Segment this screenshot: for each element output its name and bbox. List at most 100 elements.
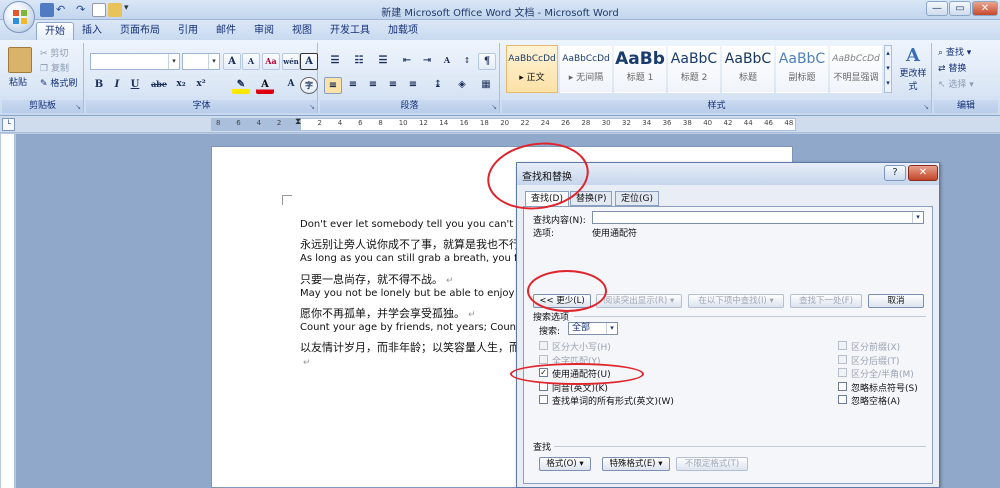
- chevron-down-icon[interactable]: ▾: [912, 212, 923, 223]
- document-line[interactable]: ↵: [300, 357, 520, 368]
- shading-icon[interactable]: ◈: [452, 77, 472, 94]
- find-button[interactable]: ⌕ 查找 ▾: [938, 45, 971, 58]
- special-format-button[interactable]: 特殊格式(E) ▾: [602, 457, 670, 471]
- document-line[interactable]: As long as you can still grab a breath, …: [300, 253, 520, 264]
- increase-indent-icon[interactable]: ⇥: [418, 53, 436, 70]
- help-button[interactable]: ?: [884, 165, 906, 181]
- borders-icon[interactable]: ▦: [476, 77, 496, 94]
- align-center-icon[interactable]: ≡: [344, 77, 362, 94]
- option-checkbox[interactable]: [539, 395, 548, 405]
- cut-button[interactable]: ✂ 剪切: [40, 46, 68, 59]
- find-what-input[interactable]: ▾: [592, 211, 924, 224]
- minimize-button[interactable]: —: [926, 1, 948, 16]
- clipboard-launcher-icon[interactable]: ↘: [75, 103, 81, 111]
- tab-mailings[interactable]: 邮件: [208, 22, 244, 40]
- strikethrough-button[interactable]: abe: [148, 77, 170, 94]
- grow-font-button[interactable]: A: [223, 53, 241, 70]
- copy-button[interactable]: ❐ 复制: [40, 61, 69, 74]
- superscript-button[interactable]: x²: [192, 77, 210, 94]
- option-checkbox[interactable]: [838, 395, 847, 405]
- style-subtle-emphasis[interactable]: AaBbCcDd 不明显强调: [830, 45, 882, 93]
- font-name-combo[interactable]: ▾: [90, 53, 180, 70]
- paste-icon[interactable]: [8, 47, 32, 73]
- style-no-spacing[interactable]: AaBbCcDd ▸ 无间隔: [560, 45, 612, 93]
- style-normal[interactable]: AaBbCcDd ▸ 正文: [506, 45, 558, 93]
- find-in-button[interactable]: 在以下项中查找(I) ▾: [688, 294, 784, 308]
- format-button[interactable]: 格式(O) ▾: [539, 457, 591, 471]
- office-button[interactable]: [3, 1, 35, 33]
- dialog-tab-goto[interactable]: 定位(G): [615, 191, 659, 206]
- option-checkbox[interactable]: [838, 381, 847, 391]
- decrease-indent-icon[interactable]: ⇤: [398, 53, 416, 70]
- styles-launcher-icon[interactable]: ↘: [923, 103, 929, 111]
- font-size-combo[interactable]: ▾: [182, 53, 220, 70]
- option-label[interactable]: 忽略空格(A): [851, 394, 900, 407]
- font-color-icon[interactable]: A: [256, 77, 274, 94]
- chinese-layout-icon[interactable]: A: [438, 53, 456, 70]
- option-label[interactable]: 区分后缀(T): [851, 354, 900, 367]
- multilevel-list-icon[interactable]: ☰: [372, 53, 394, 70]
- restore-button[interactable]: ▭: [949, 1, 971, 16]
- document-line[interactable]: Don't ever let somebody tell you you can…: [300, 219, 520, 230]
- bullets-icon[interactable]: ☰: [324, 53, 346, 70]
- no-format-button[interactable]: 不限定格式(T): [676, 457, 748, 471]
- option-label[interactable]: 查找单词的所有形式(英文)(W): [552, 394, 674, 407]
- tab-insert[interactable]: 插入: [74, 22, 110, 40]
- cancel-button[interactable]: 取消: [868, 294, 924, 308]
- show-marks-icon[interactable]: ¶: [478, 53, 496, 70]
- replace-button[interactable]: ⇄ 替换: [938, 61, 966, 74]
- search-direction-select[interactable]: 全部 ▾: [568, 322, 618, 335]
- change-styles-button[interactable]: A 更改样式: [896, 45, 930, 92]
- shrink-font-button[interactable]: A: [242, 53, 260, 70]
- tab-addins[interactable]: 加载项: [380, 22, 426, 40]
- vertical-ruler[interactable]: [1, 134, 15, 488]
- highlight-icon[interactable]: ✎: [232, 77, 250, 94]
- sort-icon[interactable]: ↕: [458, 53, 476, 70]
- option-checkbox[interactable]: [838, 368, 847, 378]
- option-checkbox[interactable]: [838, 341, 847, 350]
- document-line[interactable]: Count your age by friends, not years; Co…: [300, 322, 520, 333]
- tab-view[interactable]: 视图: [284, 22, 320, 40]
- tab-page-layout[interactable]: 页面布局: [112, 22, 168, 40]
- distributed-icon[interactable]: ≡: [404, 77, 422, 94]
- tab-review[interactable]: 审阅: [246, 22, 282, 40]
- close-button[interactable]: ✕: [972, 1, 998, 16]
- tab-selector-icon[interactable]: └: [2, 118, 15, 131]
- format-painter-button[interactable]: ✎ 格式刷: [40, 76, 77, 89]
- char-border-button[interactable]: A: [300, 53, 318, 70]
- document-line[interactable]: 以友情计岁月，而非年龄；以笑容量人生，而非泪水↵: [300, 339, 520, 355]
- dialog-close-button[interactable]: ✕: [908, 165, 938, 181]
- style-heading-2[interactable]: AaBbC 标题 2: [668, 45, 720, 93]
- enclose-char-icon[interactable]: 字: [300, 77, 318, 94]
- phonetic-guide-button[interactable]: wén: [282, 53, 300, 70]
- font-launcher-icon[interactable]: ↘: [309, 103, 315, 111]
- reading-highlight-button[interactable]: 阅读突出显示(R) ▾: [596, 294, 682, 308]
- tab-home[interactable]: 开始: [36, 22, 74, 40]
- option-checkbox[interactable]: [539, 354, 548, 364]
- option-label[interactable]: 忽略标点符号(S): [851, 381, 918, 394]
- find-next-button[interactable]: 查找下一处(F): [790, 294, 862, 308]
- style-title[interactable]: AaBbC 标题: [722, 45, 774, 93]
- tab-developer[interactable]: 开发工具: [322, 22, 378, 40]
- subscript-button[interactable]: x₂: [172, 77, 190, 94]
- char-shading-icon[interactable]: A: [282, 77, 300, 94]
- indent-marker-icon[interactable]: ⧗: [295, 117, 301, 127]
- option-checkbox[interactable]: [838, 354, 847, 364]
- bold-button[interactable]: B: [90, 77, 108, 94]
- option-label[interactable]: 区分全/半角(M): [851, 367, 914, 380]
- option-label[interactable]: 区分大小写(H): [552, 340, 611, 353]
- clear-format-button[interactable]: Aa: [262, 53, 280, 70]
- align-left-icon[interactable]: ≡: [324, 77, 342, 94]
- document-line[interactable]: May you not be lonely but be able to enj…: [300, 288, 520, 299]
- styles-scroll[interactable]: ▴ ▾ ▾: [884, 45, 892, 93]
- justify-icon[interactable]: ≡: [384, 77, 402, 94]
- italic-button[interactable]: I: [108, 77, 126, 94]
- tab-references[interactable]: 引用: [170, 22, 206, 40]
- option-checkbox[interactable]: [539, 341, 548, 350]
- align-right-icon[interactable]: ≡: [364, 77, 382, 94]
- style-heading-1[interactable]: AaBb 标题 1: [614, 45, 666, 93]
- paste-label[interactable]: 粘贴: [9, 75, 27, 88]
- document-line[interactable]: 愿你不再孤单，并学会享受孤独。 ↵: [300, 305, 520, 321]
- paragraph-launcher-icon[interactable]: ↘: [491, 103, 497, 111]
- line-spacing-icon[interactable]: ↨: [426, 77, 450, 94]
